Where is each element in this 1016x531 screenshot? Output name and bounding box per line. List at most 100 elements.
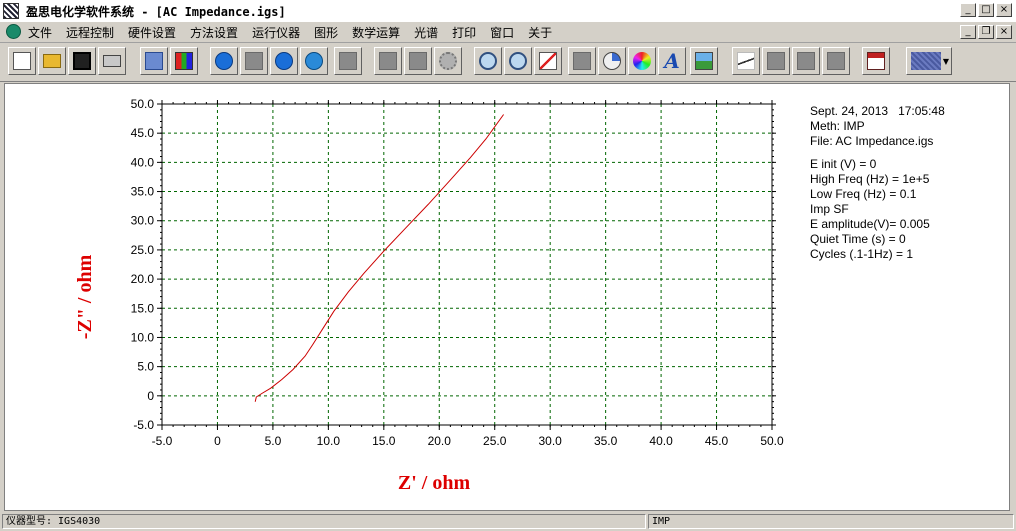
chart-ticks [157,100,776,430]
plot-frame [161,103,773,426]
info-param: E amplitude(V)= 0.005 [810,217,930,231]
print-button[interactable] [98,47,126,75]
maximize-button[interactable]: □ [978,3,994,17]
status-bar: 仪器型号: IGS4030 IMP [0,513,1016,531]
refresh-icon [305,52,323,70]
x-tick-label: 25.0 [483,434,507,448]
x-axis-label: Z' / ohm [398,472,471,494]
pause-icon [245,52,263,70]
mdi-minimize-button[interactable]: _ [960,25,976,39]
info-file: File: AC Impedance.igs [810,134,934,148]
zoom-in-button[interactable] [504,47,532,75]
x-tick-label: 10.0 [317,434,341,448]
menu-math[interactable]: 数学运算 [352,24,408,41]
curve-button[interactable] [732,47,760,75]
report-button[interactable] [170,47,198,75]
y-tick-label: 20.0 [131,272,155,286]
info-param: E init (V) = 0 [810,157,877,171]
y-tick-label: -5.0 [133,418,154,432]
copy-icon [145,52,163,70]
menu-print[interactable]: 打印 [452,24,484,41]
menu-window[interactable]: 窗口 [490,24,522,41]
x-tick-label: 45.0 [705,434,729,448]
disabled-icon [409,52,427,70]
x-tick-label: 40.0 [649,434,673,448]
info-param: Cycles (.1-1Hz) = 1 [810,247,914,261]
export-image-icon [695,52,713,70]
menu-graphics[interactable]: 图形 [314,24,346,41]
toolbar-disabled-button-6[interactable] [792,47,820,75]
zoom-in-icon [509,52,527,70]
x-tick-label: 30.0 [539,434,563,448]
y-tick-label: 40.0 [131,155,155,169]
y-tick-label: 45.0 [131,126,155,140]
menu-about[interactable]: 关于 [528,24,560,41]
chevron-down-icon: ▼ [942,57,949,66]
text-font-button[interactable]: A [658,47,686,75]
info-panel: Sept. 24, 2013 17:05:48 Meth: IMP File: … [810,104,945,262]
color-select-dropdown[interactable]: ▼ [906,47,952,75]
new-file-button[interactable] [8,47,36,75]
disabled-icon [767,52,785,70]
disabled-icon [339,52,357,70]
new-file-icon [13,52,31,70]
status-instrument: 仪器型号: IGS4030 [2,514,646,529]
disabled-icon [797,52,815,70]
menu-hardware-settings[interactable]: 硬件设置 [128,24,184,41]
stop-button[interactable] [270,47,298,75]
menu-file[interactable]: 文件 [28,24,60,41]
zoom-out-icon [479,52,497,70]
menu-spectrum[interactable]: 光谱 [414,24,446,41]
print-icon [103,55,121,67]
color-select-icon [911,52,941,70]
pie-chart-icon [603,52,621,70]
document-menu-icon[interactable] [6,24,21,39]
y-tick-label: 10.0 [131,330,155,344]
run-button[interactable] [210,47,238,75]
x-tick-label: 0 [214,434,221,448]
chart-grid [162,104,772,425]
toolbar-disabled-button-2[interactable] [374,47,402,75]
toolbar-disabled-button-4[interactable] [568,47,596,75]
mdi-close-button[interactable]: × [996,25,1012,39]
status-mode: IMP [648,514,1014,529]
menu-remote-control[interactable]: 远程控制 [66,24,122,41]
zoom-out-button[interactable] [474,47,502,75]
copy-button[interactable] [140,47,168,75]
menu-run-instrument[interactable]: 运行仪器 [252,24,308,41]
y-tick-label: 30.0 [131,214,155,228]
x-tick-label: 35.0 [594,434,618,448]
toolbar-disabled-button-5[interactable] [762,47,790,75]
toolbar-disabled-button-7[interactable] [822,47,850,75]
pie-chart-button[interactable] [598,47,626,75]
report-icon [175,52,193,70]
calendar-button[interactable] [862,47,890,75]
graph-icon [539,52,557,70]
settings-button[interactable] [434,47,462,75]
run-icon [215,52,233,70]
chart-series [254,114,505,402]
info-param: Imp SF [810,202,849,216]
pause-button[interactable] [240,47,268,75]
open-button[interactable] [38,47,66,75]
close-button[interactable]: × [996,3,1012,17]
y-tick-label: 15.0 [131,301,155,315]
menu-bar: 文件 远程控制 硬件设置 方法设置 运行仪器 图形 数学运算 光谱 打印 窗口 … [0,22,1016,43]
info-date: Sept. 24, 2013 17:05:48 [810,104,945,118]
refresh-button[interactable] [300,47,328,75]
y-axis-label: -Z" / ohm [74,254,96,339]
toolbar-disabled-button-1[interactable] [334,47,362,75]
export-image-button[interactable] [690,47,718,75]
mdi-restore-button[interactable]: ❐ [978,25,994,39]
menu-method-settings[interactable]: 方法设置 [190,24,246,41]
graph-button[interactable] [534,47,562,75]
plot-area: -5.0 0 5.0 10.0 15.0 20.0 25.0 30.0 35.0 40.0 45.0… [4,83,1010,511]
toolbar-disabled-button-3[interactable] [404,47,432,75]
app-icon[interactable] [3,3,19,19]
minimize-button[interactable]: _ [960,3,976,17]
info-param: Low Freq (Hz) = 0.1 [810,187,917,201]
save-button[interactable] [68,47,96,75]
title-bar: 盈思电化学软件系统 - [AC Impedance.igs] _ □ × [0,0,1016,23]
color-button[interactable] [628,47,656,75]
disabled-icon [827,52,845,70]
